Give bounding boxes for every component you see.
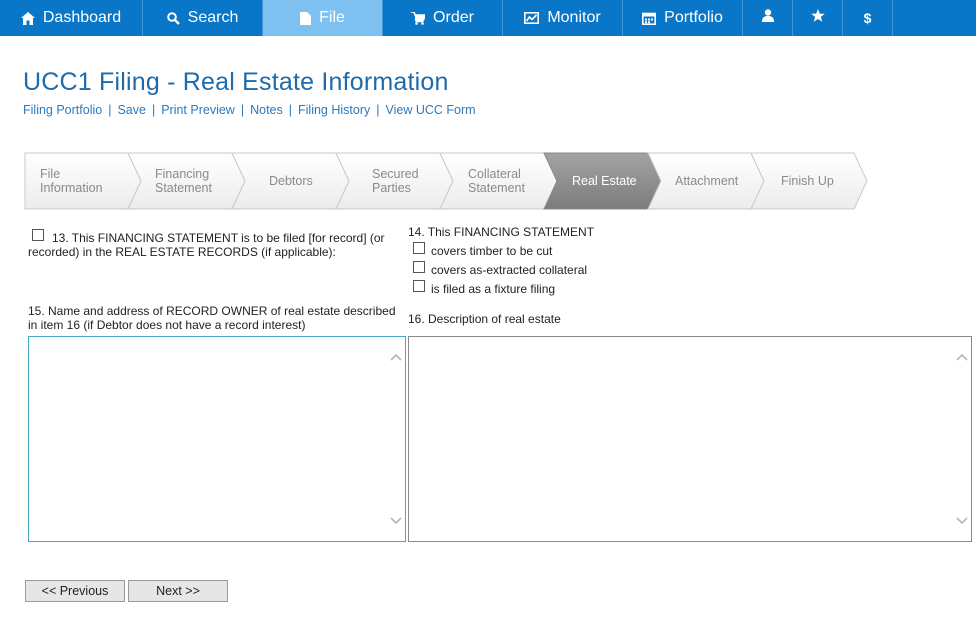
nav-favorites[interactable] (793, 0, 843, 36)
nav-billing[interactable]: $ (843, 0, 893, 36)
notes-link[interactable]: Notes (250, 103, 283, 117)
scroll-up-icon[interactable] (955, 351, 969, 365)
previous-button[interactable]: << Previous (25, 580, 125, 602)
nav-dashboard[interactable]: Dashboard (0, 0, 143, 36)
nav-label: Portfolio (664, 9, 723, 26)
search-icon (166, 11, 180, 25)
dollar-icon: $ (863, 10, 872, 26)
monitor-icon (524, 12, 540, 24)
nav-label: Search (187, 9, 239, 26)
print-preview-link[interactable]: Print Preview (161, 103, 235, 117)
wizard-step-file-information[interactable]: File Information (40, 152, 103, 210)
as-extracted-label: covers as-extracted collateral (431, 263, 588, 277)
save-link[interactable]: Save (117, 103, 146, 117)
wizard-step-real-estate[interactable]: Real Estate (572, 152, 637, 210)
separator: | (240, 103, 245, 117)
wizard-step-collateral-statement[interactable]: Collateral Statement (468, 152, 525, 210)
wizard-step-attachment[interactable]: Attachment (675, 152, 738, 210)
page-actions: Filing Portfolio | Save | Print Preview … (23, 103, 476, 117)
separator: | (288, 103, 292, 117)
nav-label: Dashboard (42, 9, 122, 26)
file-icon (300, 11, 312, 25)
timber-label: covers timber to be cut (431, 244, 553, 258)
scroll-up-icon[interactable] (389, 351, 403, 365)
user-icon (761, 9, 774, 27)
nav-order[interactable]: Order (383, 0, 503, 36)
item15-label-line1: 15. Name and address of RECORD OWNER of … (28, 304, 396, 318)
nav-label: Order (433, 9, 474, 26)
top-navigation: Dashboard Search File Order Monitor Port… (0, 0, 976, 36)
filing-portfolio-link[interactable]: Filing Portfolio (23, 103, 102, 117)
record-owner-textarea[interactable] (28, 336, 406, 542)
timber-checkbox[interactable] (413, 242, 425, 254)
separator: | (376, 103, 380, 117)
filing-history-link[interactable]: Filing History (298, 103, 370, 117)
wizard-step-finish-up[interactable]: Finish Up (781, 152, 834, 210)
real-estate-records-checkbox[interactable] (32, 229, 44, 241)
wizard-step-financing-statement[interactable]: Financing Statement (155, 152, 212, 210)
calendar-icon (642, 12, 657, 25)
separator: | (108, 103, 112, 117)
star-icon (810, 9, 825, 27)
page-title: UCC1 Filing - Real Estate Information (23, 68, 449, 96)
cart-icon (411, 11, 426, 25)
item15-label-line2: in item 16 (if Debtor does not have a re… (28, 318, 306, 332)
item14-heading: 14. This FINANCING STATEMENT (408, 225, 595, 239)
item13-label-line1: 13. This FINANCING STATEMENT is to be fi… (52, 231, 385, 245)
fixture-filing-label: is filed as a fixture filing (431, 282, 556, 296)
wizard-arrows (24, 152, 868, 210)
item16-label: 16. Description of real estate (408, 312, 561, 326)
separator: | (151, 103, 156, 117)
nav-portfolio[interactable]: Portfolio (623, 0, 743, 36)
nav-label: File (319, 9, 345, 26)
nav-file[interactable]: File (263, 0, 383, 36)
next-button[interactable]: Next >> (128, 580, 228, 602)
scroll-down-icon[interactable] (955, 513, 969, 527)
nav-search[interactable]: Search (143, 0, 263, 36)
fixture-filing-checkbox[interactable] (413, 280, 425, 292)
wizard-step-secured-parties[interactable]: Secured Parties (372, 152, 419, 210)
nav-label: Monitor (547, 9, 601, 26)
scroll-down-icon[interactable] (389, 513, 403, 527)
nav-monitor[interactable]: Monitor (503, 0, 623, 36)
wizard-steps: File Information Financing Statement Debto… (24, 152, 870, 210)
real-estate-description-textarea[interactable] (408, 336, 972, 542)
wizard-step-debtors[interactable]: Debtors (269, 152, 313, 210)
nav-user[interactable] (743, 0, 793, 36)
view-ucc-form-link[interactable]: View UCC Form (386, 103, 476, 117)
item13-label-line2: recorded) in the REAL ESTATE RECORDS (if… (28, 245, 336, 259)
as-extracted-checkbox[interactable] (413, 261, 425, 273)
home-icon (20, 11, 35, 25)
